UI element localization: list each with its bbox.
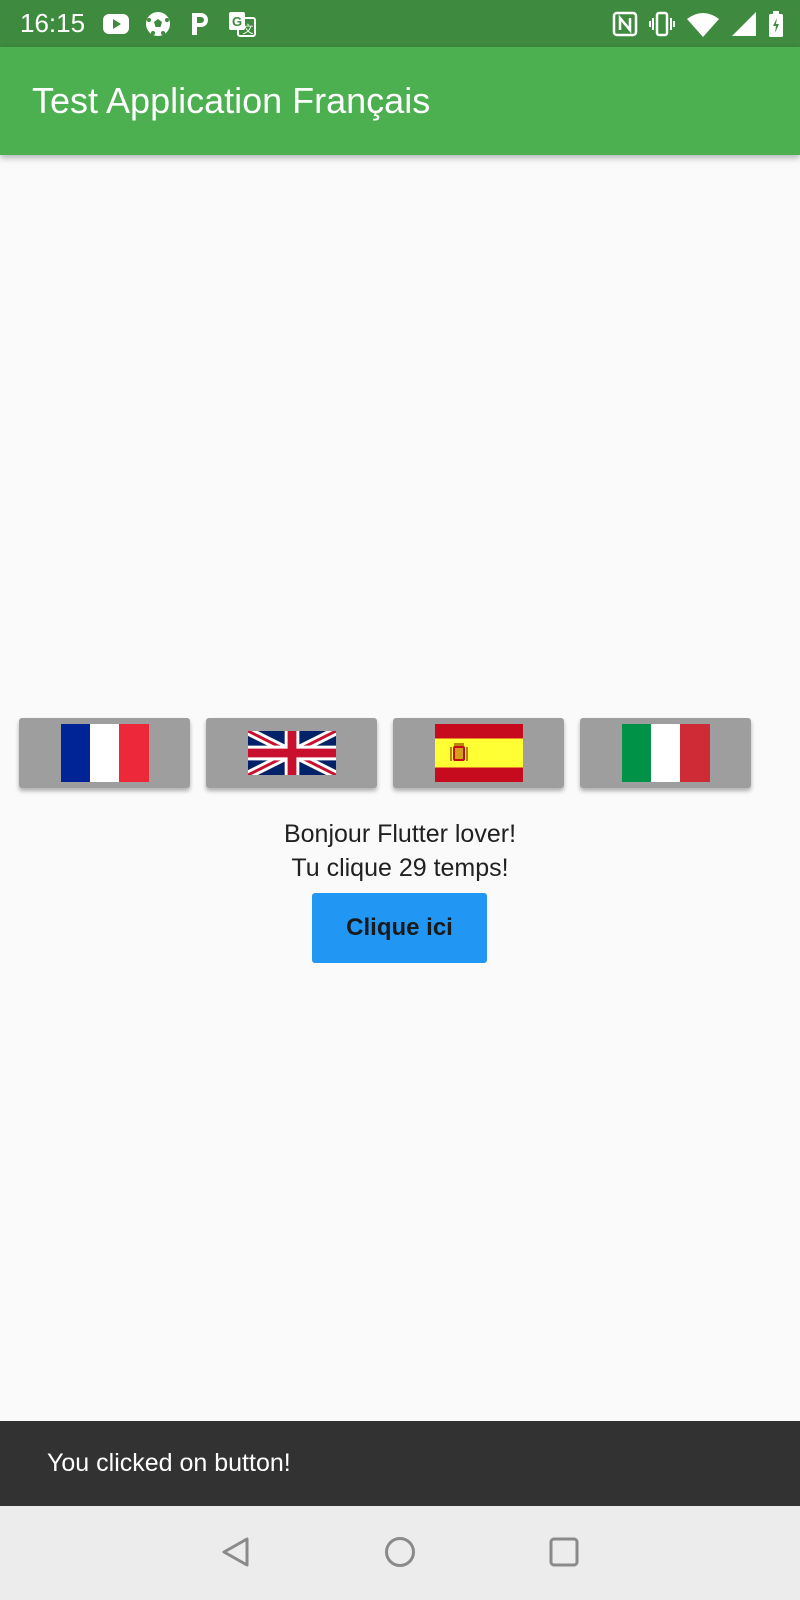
navigation-bar xyxy=(0,1506,800,1600)
system-icons xyxy=(602,9,784,39)
france-flag-icon xyxy=(60,724,149,782)
wifi-icon xyxy=(686,9,720,39)
soccer-ball-icon xyxy=(144,10,172,38)
recents-icon xyxy=(549,1537,579,1567)
snackbar-message: You clicked on button! xyxy=(47,1449,291,1477)
spain-flag-icon xyxy=(434,724,523,782)
app-bar: Test Application Français xyxy=(0,47,800,155)
parking-icon xyxy=(186,10,214,38)
italian-language-button[interactable] xyxy=(580,718,751,788)
uk-flag-icon xyxy=(247,731,336,775)
language-flag-row xyxy=(19,718,781,788)
recents-button[interactable] xyxy=(544,1532,584,1572)
svg-text:G: G xyxy=(232,14,242,29)
translate-icon: G 文 xyxy=(228,10,256,38)
svg-text:文: 文 xyxy=(243,22,254,36)
signal-icon xyxy=(730,9,758,39)
notification-icons: G 文 xyxy=(102,10,270,38)
status-bar: 16:15 G 文 xyxy=(0,0,800,47)
youtube-icon xyxy=(102,10,130,38)
click-count-text: Tu clique 29 temps! xyxy=(291,854,509,882)
home-button[interactable] xyxy=(380,1532,420,1572)
greeting-text: Bonjour Flutter lover! xyxy=(283,820,517,848)
battery-icon xyxy=(768,9,784,39)
spanish-language-button[interactable] xyxy=(393,718,564,788)
french-language-button[interactable] xyxy=(19,718,190,788)
italy-flag-icon xyxy=(621,724,710,782)
click-here-button[interactable]: Clique ici xyxy=(312,893,487,963)
back-button[interactable] xyxy=(216,1532,256,1572)
app-title: Test Application Français xyxy=(32,80,431,121)
snackbar: You clicked on button! xyxy=(0,1421,800,1506)
home-icon xyxy=(385,1537,415,1567)
nfc-icon xyxy=(612,9,638,39)
english-language-button[interactable] xyxy=(206,718,377,788)
back-icon xyxy=(222,1537,249,1567)
vibrate-icon xyxy=(648,9,676,39)
status-time: 16:15 xyxy=(20,8,86,38)
